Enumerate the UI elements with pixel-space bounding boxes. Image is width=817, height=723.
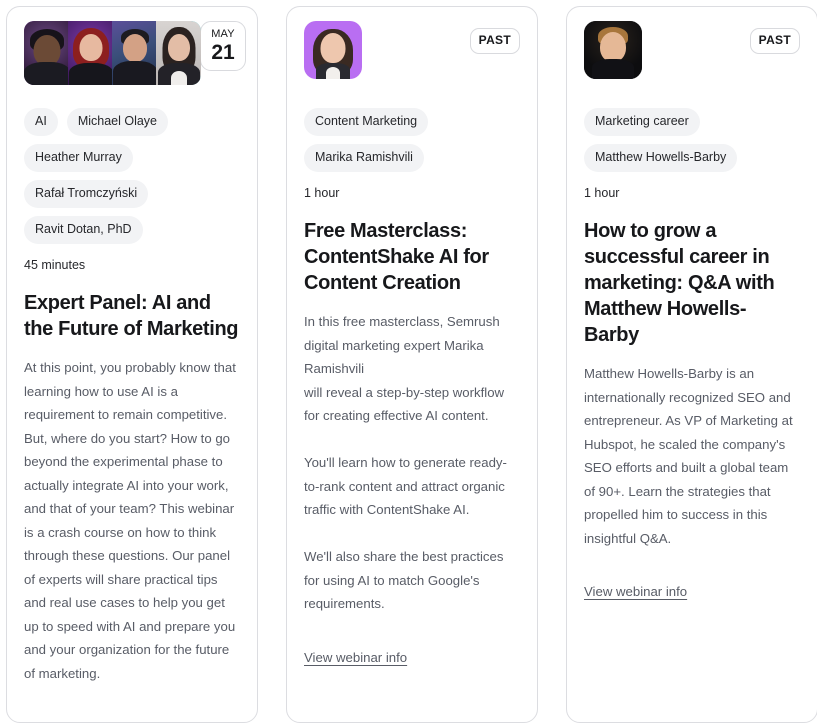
webinar-card[interactable]: MAY 21 AI Michael Olaye Heather Murray R… [6, 6, 258, 723]
tag-item[interactable]: AI [24, 108, 58, 136]
card-header: PAST [584, 21, 800, 85]
tag-item[interactable]: Ravit Dotan, PhD [24, 216, 143, 244]
event-day: 21 [211, 40, 235, 64]
event-date-badge: MAY 21 [200, 21, 246, 71]
tag-list: AI Michael Olaye Heather Murray Rafał Tr… [24, 108, 240, 244]
duration-label: 45 minutes [24, 258, 86, 272]
heather-murray-avatar [68, 21, 113, 85]
tag-item[interactable]: Marika Ramishvili [304, 144, 424, 172]
tag-item[interactable]: Heather Murray [24, 144, 133, 172]
event-month: MAY [211, 27, 235, 40]
tag-item[interactable]: Michael Olaye [66, 108, 169, 136]
card-header: PAST [304, 21, 520, 85]
past-badge: PAST [469, 28, 520, 54]
webinar-title: How to grow a successful career in marke… [584, 220, 775, 346]
ravit-dotan-avatar [156, 21, 201, 85]
tag-list: Marketing career Matthew Howells-Barby [584, 108, 800, 172]
duration-label: 1 hour [584, 186, 620, 200]
webinar-title: Free Masterclass: ContentShake AI for Co… [304, 220, 489, 294]
tag-item[interactable]: Matthew Howells-Barby [584, 144, 738, 172]
webinar-card[interactable]: PAST Marketing career Matthew Howells-Ba… [566, 6, 817, 723]
marika-ramishvili-avatar [304, 21, 362, 79]
tag-item[interactable]: Rafał Tromczyński [24, 180, 149, 208]
tag-item[interactable]: Marketing career [584, 108, 700, 136]
view-webinar-info-link[interactable]: View webinar info [304, 646, 407, 670]
webinar-description: Matthew Howells-Barby is an internationa… [584, 366, 793, 546]
webinar-title: Expert Panel: AI and the Future of Marke… [24, 292, 239, 340]
view-webinar-info-link[interactable]: View webinar info [584, 580, 687, 604]
webinar-description: At this point, you probably know that le… [24, 360, 236, 681]
webinar-card[interactable]: PAST Content Marketing Marika Ramishvili… [286, 6, 538, 723]
tag-item[interactable]: Content Marketing [304, 108, 429, 136]
webinar-description: In this free masterclass, Semrush digita… [304, 314, 507, 611]
webinar-card-list: MAY 21 AI Michael Olaye Heather Murray R… [0, 0, 817, 723]
card-header: MAY 21 [24, 21, 246, 85]
past-badge: PAST [749, 28, 800, 54]
matthew-howells-barby-avatar [584, 21, 642, 79]
rafal-tromczynski-avatar [112, 21, 157, 85]
tag-list: Content Marketing Marika Ramishvili [304, 108, 520, 172]
duration-label: 1 hour [304, 186, 340, 200]
speaker-avatar-group [24, 21, 201, 85]
michael-olaye-avatar [24, 21, 69, 85]
